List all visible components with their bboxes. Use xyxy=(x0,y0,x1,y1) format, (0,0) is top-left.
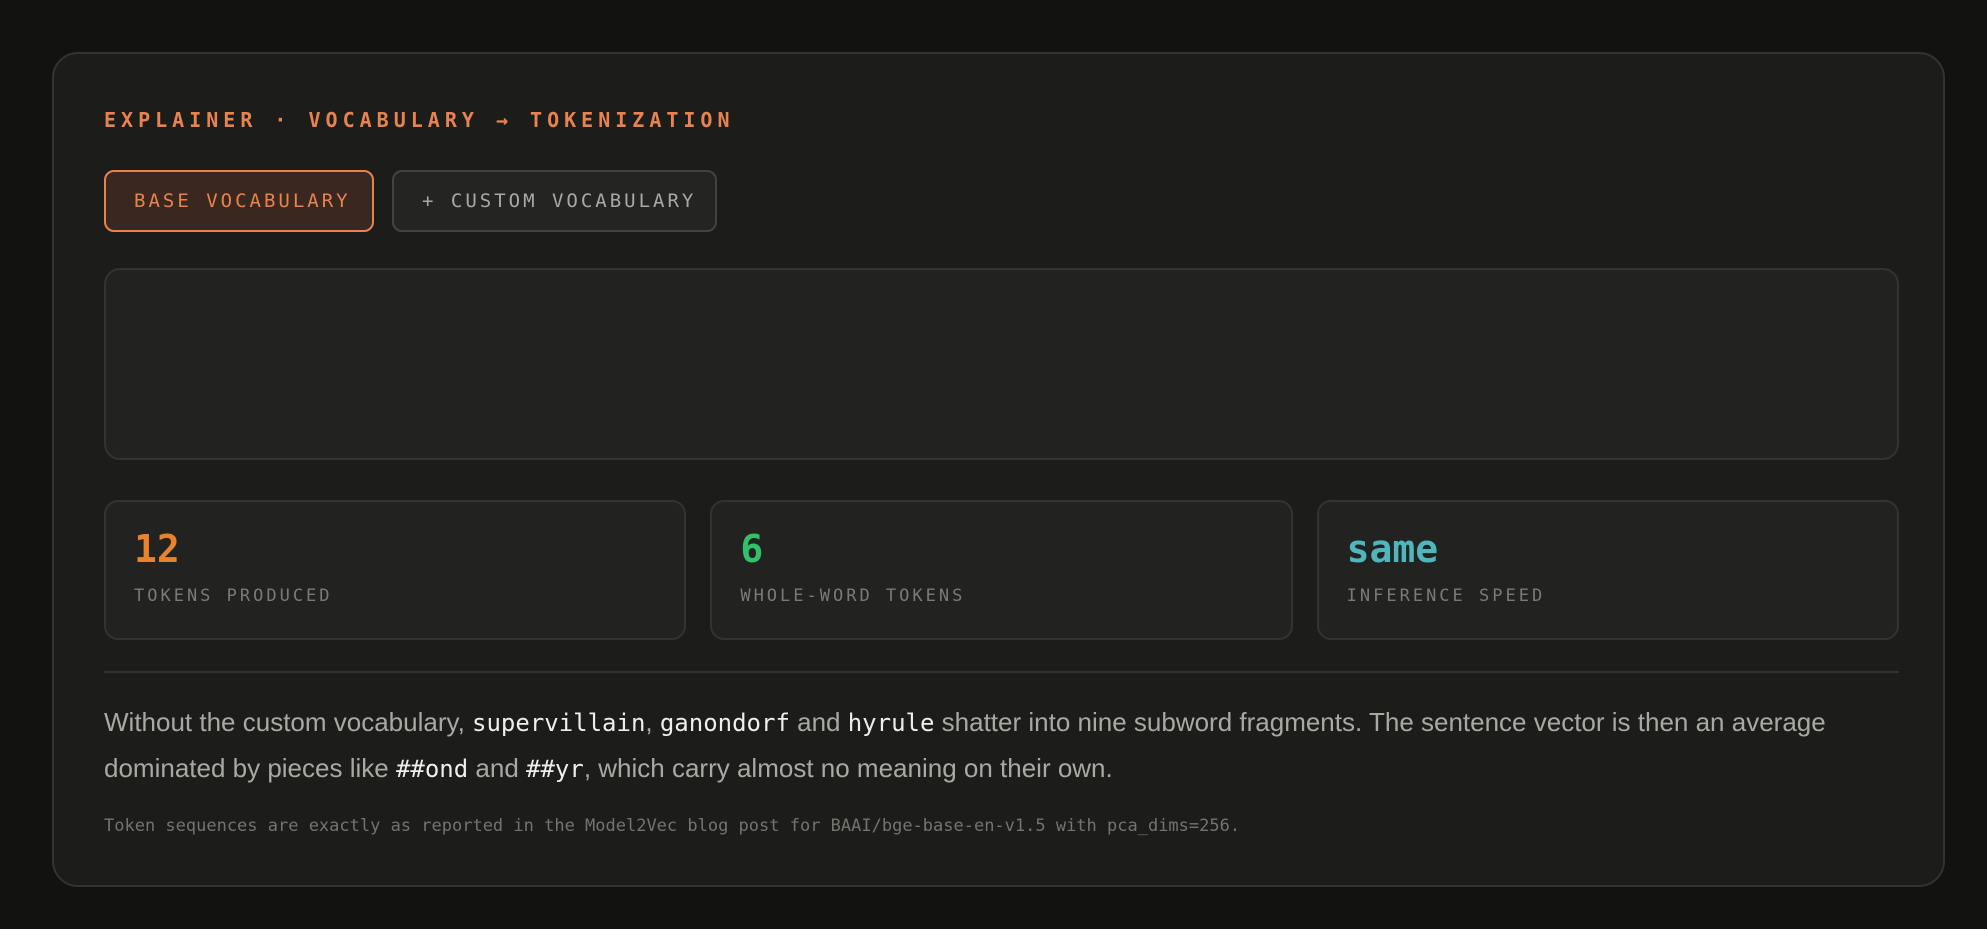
tab-custom-vocabulary[interactable]: + CUSTOM VOCABULARY xyxy=(392,170,717,232)
stat-card-tokens-produced: 12 TOKENS PRODUCED xyxy=(104,500,687,640)
token-display-panel xyxy=(104,268,1899,460)
explanation-paragraph: Without the custom vocabulary, supervill… xyxy=(104,700,1899,792)
stats-row: 12 TOKENS PRODUCED 6 WHOLE-WORD TOKENS s… xyxy=(104,500,1899,640)
stat-card-inference-speed: same INFERENCE SPEED xyxy=(1316,500,1899,640)
eyebrow-title: EXPLAINER · VOCABULARY → TOKENIZATION xyxy=(104,108,735,132)
stat-label-whole-word-tokens: WHOLE-WORD TOKENS xyxy=(740,586,966,606)
token-yr-fragment: ##yr xyxy=(526,755,584,783)
token-ganondorf: ganondorf xyxy=(659,709,790,737)
token-ond-fragment: ##ond xyxy=(395,755,469,783)
stat-value-inference-speed: same xyxy=(1346,527,1439,571)
explainer-card: EXPLAINER · VOCABULARY → TOKENIZATION BA… xyxy=(52,52,1945,887)
stat-value-tokens-produced: 12 xyxy=(134,527,180,571)
stat-label-tokens-produced: TOKENS PRODUCED xyxy=(134,586,333,606)
stat-value-whole-word-tokens: 6 xyxy=(740,527,764,571)
token-supervillain: supervillain xyxy=(472,709,646,737)
explanation-text: , xyxy=(645,707,660,737)
section-divider xyxy=(104,671,1899,673)
explanation-text: and xyxy=(468,753,527,783)
explanation-text: Without the custom vocabulary, xyxy=(104,707,473,737)
stat-label-inference-speed: INFERENCE SPEED xyxy=(1346,586,1546,606)
tab-base-vocabulary[interactable]: BASE VOCABULARY xyxy=(104,170,374,232)
token-hyrule: hyrule xyxy=(847,709,935,737)
vocabulary-tabs: BASE VOCABULARY + CUSTOM VOCABULARY xyxy=(104,170,717,232)
stat-card-whole-word-tokens: 6 WHOLE-WORD TOKENS xyxy=(710,500,1293,640)
explanation-text: and xyxy=(789,707,848,737)
source-footnote: Token sequences are exactly as reported … xyxy=(104,816,1241,836)
explanation-text: , which carry almost no meaning on their… xyxy=(583,753,1113,783)
